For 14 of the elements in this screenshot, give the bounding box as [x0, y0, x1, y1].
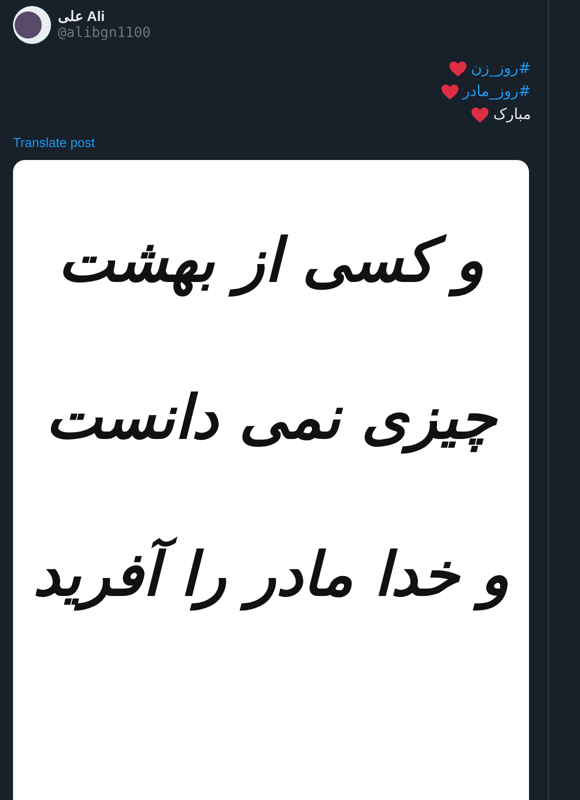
avatar[interactable]: [13, 6, 51, 44]
translate-link[interactable]: Translate post: [13, 135, 95, 150]
post-text: مبارک: [493, 104, 531, 125]
hashtag-link[interactable]: #روز_مادر: [462, 81, 531, 102]
heart-icon: [448, 60, 467, 76]
calligraphy-text: و خدا مادر را آفرید: [18, 524, 524, 626]
heart-icon: [440, 84, 459, 100]
post-image[interactable]: و کسی از بهشت چیزی نمی دانست و خدا مادر را آفرید: [13, 160, 529, 800]
author-handle: @alibgn1100: [58, 25, 151, 42]
hashtag-link[interactable]: #روز_زن: [470, 58, 531, 79]
heart-icon: [471, 106, 490, 122]
calligraphy-text: و کسی از بهشت: [56, 225, 486, 299]
author-name[interactable]: علی Ali: [58, 8, 151, 25]
calligraphy-text: چیزی نمی دانست: [44, 382, 499, 456]
